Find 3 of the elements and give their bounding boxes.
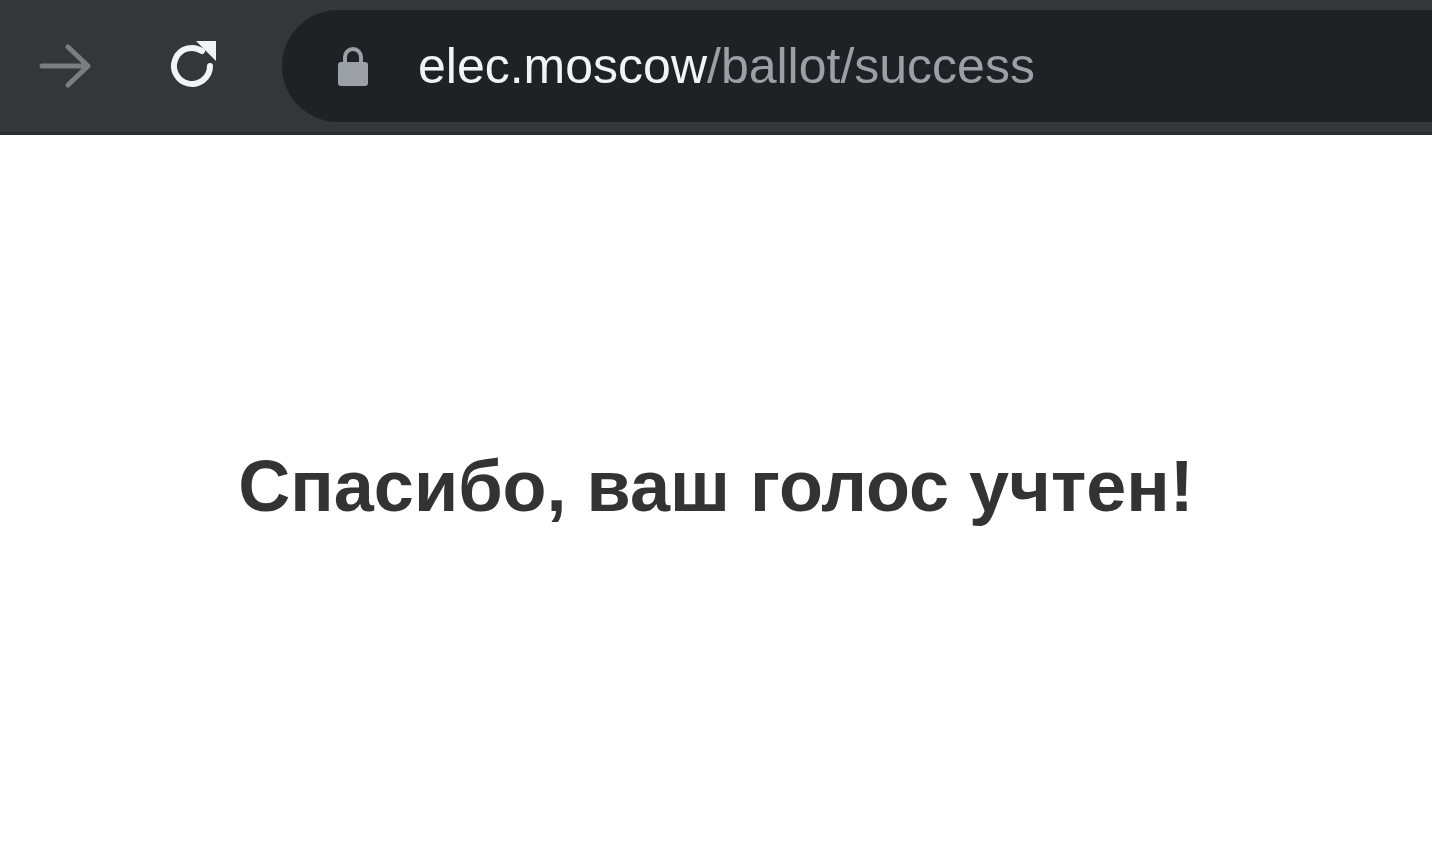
address-field[interactable]: elec.moscow/ballot/success <box>282 10 1432 122</box>
confirmation-heading: Спасибо, ваш голос учтен! <box>238 445 1194 527</box>
url-text: elec.moscow/ballot/success <box>418 37 1035 95</box>
